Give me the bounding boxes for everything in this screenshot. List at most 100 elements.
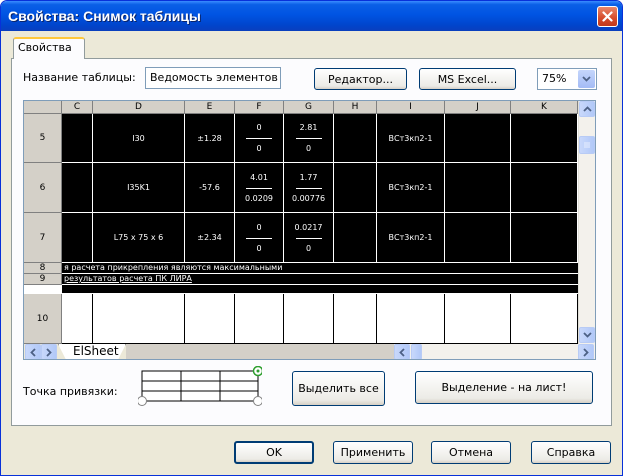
fraction-bottom: 0 (305, 144, 312, 153)
sheet-cell[interactable] (334, 163, 377, 213)
row-header[interactable]: 8 (24, 263, 62, 274)
fraction-bottom: 0 (256, 243, 262, 253)
sheet-cell[interactable]: ВСт3кп2-1 (377, 114, 445, 163)
sheet-cell[interactable]: L75 x 75 x 6 (93, 213, 185, 263)
sheet-cell[interactable] (445, 213, 511, 263)
sheet-cell[interactable]: ±1.28 (185, 114, 235, 163)
sheet-cell[interactable] (62, 114, 93, 163)
chevron-right-icon (46, 347, 52, 357)
anchor-point-picker[interactable] (137, 365, 264, 406)
table-name-input[interactable]: Ведомость элементов (145, 67, 281, 89)
fraction-top: 4.01 (250, 172, 268, 182)
column-header[interactable]: H (334, 101, 377, 114)
sheet-cell[interactable] (235, 294, 284, 344)
tab-properties[interactable]: Свойства (13, 37, 85, 59)
table-name-label: Название таблицы: (23, 71, 136, 84)
row-header[interactable]: 7 (24, 213, 62, 263)
chevron-up-icon (582, 106, 592, 112)
sheet-cell[interactable] (334, 114, 377, 163)
fraction-bottom: 0.0209 (245, 193, 273, 203)
sheet-cell[interactable] (62, 213, 93, 263)
column-header[interactable]: I (377, 101, 445, 114)
column-header[interactable]: C (62, 101, 93, 114)
sheet-cell[interactable] (511, 213, 578, 263)
row-header[interactable]: 5 (24, 114, 62, 163)
sheet-cell[interactable]: 00 (235, 114, 284, 163)
chevron-right-icon (583, 347, 589, 357)
scroll-thumb[interactable] (579, 136, 595, 154)
help-button[interactable]: Справка (531, 441, 611, 464)
sheet-cell[interactable]: 2.81 0 (284, 114, 334, 163)
sheet-cell[interactable]: ±2.34 (185, 213, 235, 263)
hscroll-thumb[interactable] (411, 344, 422, 359)
fraction-bottom: 0.00776 (291, 193, 326, 203)
sheet-cell[interactable]: I35K1 (93, 163, 185, 213)
row-header[interactable]: 9 (24, 274, 62, 285)
merged-cell[interactable]: результатов расчета ПК ЛИРА (62, 274, 578, 285)
sheet-corner (24, 101, 62, 114)
column-header[interactable]: K (511, 101, 578, 114)
scroll-left-button[interactable] (394, 344, 410, 359)
sheet-cell[interactable]: I30 (93, 114, 185, 163)
sheet-cell[interactable] (445, 114, 511, 163)
anchor-grid-icon (137, 365, 264, 406)
ok-button[interactable]: OK (234, 441, 314, 464)
ms-excel-button[interactable]: MS Excel... (419, 68, 516, 90)
tab-scroll-right-button[interactable] (41, 344, 57, 359)
sheet-cell[interactable] (377, 294, 445, 344)
tab-area-filler (126, 344, 394, 359)
sheet-cell[interactable]: ВСт3кп2-1 (377, 163, 445, 213)
chevron-down-icon (582, 332, 592, 338)
sheet-cell[interactable] (445, 294, 511, 344)
sheet-cell[interactable]: ВСт3кп2-1 (377, 213, 445, 263)
sheet-cell[interactable]: 1.77 0.00776 (284, 163, 334, 213)
column-header[interactable]: J (445, 101, 511, 114)
close-button[interactable] (597, 6, 618, 27)
sheet-cell[interactable] (185, 294, 235, 344)
select-to-sheet-button[interactable]: Выделение - на лист! (415, 371, 593, 404)
sheet-cell[interactable] (334, 213, 377, 263)
scroll-right-button[interactable] (578, 344, 594, 359)
anchor-label: Точка привязки: (23, 385, 118, 398)
sheet-cell[interactable] (445, 163, 511, 213)
sheet-cell[interactable] (334, 294, 377, 344)
sheet-cell[interactable] (93, 294, 185, 344)
sheet-cell[interactable] (62, 294, 93, 344)
horizontal-scrollbar[interactable] (394, 344, 595, 359)
sheet-cell[interactable]: -57.6 (185, 163, 235, 213)
column-header[interactable]: E (185, 101, 235, 114)
sheet-preview[interactable]: C D E F G H I J K 5 I30 ±1.28 00 2.81 0 В… (23, 100, 596, 360)
fraction-bottom: 0 (305, 243, 312, 253)
column-header[interactable]: F (235, 101, 284, 114)
apply-button[interactable]: Применить (333, 441, 413, 464)
zoom-select[interactable]: 75% (537, 68, 597, 90)
chevron-down-icon[interactable] (578, 70, 595, 88)
fraction-top: 1.77 (299, 172, 318, 182)
select-all-button[interactable]: Выделить все (292, 371, 385, 406)
sheet-cell[interactable] (511, 294, 578, 344)
fraction-top: 0.0217 (294, 222, 323, 232)
sheet-cell[interactable] (284, 294, 334, 344)
chevron-left-icon (399, 347, 405, 357)
grip-icon (584, 142, 590, 148)
vertical-scrollbar[interactable] (578, 101, 595, 344)
column-header[interactable]: D (93, 101, 185, 114)
row-header[interactable]: 6 (24, 163, 62, 213)
sheet-cell[interactable]: 0.0217 0 (284, 213, 334, 263)
merged-cell[interactable]: я расчета прикрепления являются максимал… (62, 263, 578, 274)
scroll-up-button[interactable] (579, 101, 595, 117)
editor-button[interactable]: Редактор... (314, 68, 407, 90)
scroll-down-button[interactable] (579, 327, 595, 343)
tab-scroll-left-button[interactable] (25, 344, 41, 359)
sheet-cell[interactable] (62, 163, 93, 213)
cancel-button[interactable]: Отмена (431, 441, 511, 464)
sheet-cell[interactable]: 4.01 0.0209 (235, 163, 284, 213)
row-header[interactable]: 10 (24, 294, 62, 344)
fraction-top: 0 (256, 222, 262, 232)
sheet-tab-elsheet[interactable]: ElSheet (58, 344, 126, 359)
column-header[interactable]: G (284, 101, 334, 114)
sheet-cell[interactable] (511, 163, 578, 213)
sheet-cell[interactable]: 00 (235, 213, 284, 263)
row-gap (62, 285, 578, 294)
sheet-cell[interactable] (511, 114, 578, 163)
